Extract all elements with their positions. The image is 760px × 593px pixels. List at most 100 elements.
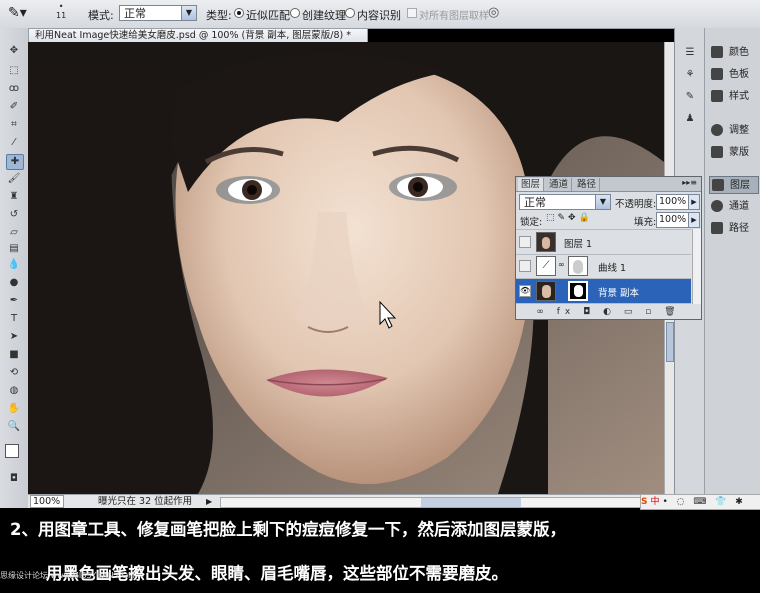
tool-presets-icon[interactable]: ✎ — [683, 90, 697, 104]
tools-panel: ✥ ⬚ ꝏ ✐ ⌗ ⁄ ✚ 🖌 ♜ ↺ ▱ ▤ 💧 ● ✒ T ➤ ■ ⟲ ◍ … — [0, 28, 29, 508]
dock-color-label: 颜色 — [729, 47, 749, 58]
pen-tool-icon[interactable]: ✒ — [6, 294, 22, 308]
layer-row-1[interactable]: 图层 1 — [516, 229, 691, 255]
fill-field[interactable]: 100% — [656, 212, 690, 228]
lock-icons[interactable]: ⬚✎✥🔒 — [546, 213, 593, 223]
lock-label: 锁定: — [520, 217, 543, 228]
scroll-thumb[interactable] — [666, 322, 674, 362]
eyedropper-tool-icon[interactable]: ⁄ — [6, 136, 22, 150]
eraser-tool-icon[interactable]: ▱ — [6, 226, 22, 240]
status-menu-arrow[interactable]: ▶ — [206, 495, 212, 509]
quick-selection-tool-icon[interactable]: ✐ — [6, 100, 22, 114]
document-tab[interactable]: 利用Neat Image快速给美女磨皮.psd @ 100% (背景 副本, 图… — [28, 28, 368, 42]
brush-size-value: 11 — [56, 11, 67, 20]
eye-icon[interactable]: 👁 — [519, 285, 531, 297]
dock-layers[interactable]: 图层 — [709, 176, 759, 194]
healing-brush-tool-icon[interactable]: ✎▾ — [8, 5, 27, 21]
sample-all-layers-checkbox[interactable] — [407, 8, 417, 18]
blend-mode-select[interactable]: 正常 ▼ — [519, 194, 611, 210]
3d-orbit-tool-icon[interactable]: ◍ — [6, 384, 22, 398]
styles-panel-icon — [711, 90, 723, 102]
crop-tool-icon[interactable]: ⌗ — [6, 118, 22, 132]
watermark: 思缘设计论坛 www.MISSYUAN.COM — [0, 571, 135, 580]
layers-footer-icons[interactable]: ∞ fx ◘ ◐ ▭ ▫ 🗑 — [516, 305, 701, 319]
layer-row-3[interactable]: 👁 背景 副本 — [516, 279, 691, 304]
quick-mask-icon[interactable]: ◘ — [6, 472, 22, 486]
tab-channels[interactable]: 通道 — [546, 178, 573, 191]
brush-tool-icon[interactable]: 🖌 — [6, 172, 22, 186]
status-bar: 100% 曝光只在 32 位起作用 ▶ — [28, 494, 674, 509]
move-tool-icon[interactable]: ✥ — [6, 44, 22, 58]
type-tool-icon[interactable]: T — [6, 312, 22, 326]
history-brush-tool-icon[interactable]: ↺ — [6, 208, 22, 222]
chevron-down-icon: ▼ — [595, 195, 610, 209]
dock-masks[interactable]: 蒙版 — [709, 144, 759, 162]
chevron-down-icon: ▼ — [181, 6, 196, 20]
type-radio-content-aware[interactable] — [345, 8, 355, 18]
blur-tool-icon[interactable]: 💧 — [6, 258, 22, 272]
clone-source-icon[interactable]: ⚘ — [683, 68, 697, 82]
tab-paths[interactable]: 路径 — [574, 178, 601, 191]
curves-adjustment-icon: ⟋ — [536, 256, 556, 276]
stamp-icon[interactable]: ♟ — [683, 112, 697, 126]
h-scroll-thumb[interactable] — [421, 498, 521, 507]
layer-name: 背景 副本 — [598, 288, 640, 299]
foreground-color-swatch[interactable] — [5, 444, 19, 458]
swatches-panel-icon — [711, 68, 723, 80]
type-radio-texture[interactable] — [290, 8, 300, 18]
type-option-content-aware: 内容识别 — [357, 9, 401, 22]
3d-rotate-tool-icon[interactable]: ⟲ — [6, 366, 22, 380]
dock-adjustments[interactable]: 调整 — [709, 122, 759, 140]
layers-panel-icon — [712, 179, 724, 191]
type-radio-proximity[interactable] — [234, 8, 244, 18]
marquee-tool-icon[interactable]: ⬚ — [6, 64, 22, 78]
dock-adjustments-label: 调整 — [729, 125, 749, 136]
mode-select[interactable]: 正常 ▼ — [119, 5, 197, 21]
type-option-proximity: 近似匹配 — [246, 9, 290, 22]
layer-name: 曲线 1 — [598, 263, 627, 274]
brush-panel-icon[interactable]: ☰ — [683, 46, 697, 60]
opacity-arrow-icon[interactable]: ▶ — [688, 194, 700, 210]
visibility-toggle[interactable] — [519, 260, 531, 272]
layer-row-2[interactable]: ⟋ ∞ 曲线 1 — [516, 254, 691, 279]
ime-lang: 中 — [650, 497, 663, 507]
path-selection-tool-icon[interactable]: ➤ — [6, 330, 22, 344]
opacity-field[interactable]: 100% — [656, 194, 690, 210]
dock-masks-label: 蒙版 — [729, 147, 749, 158]
layers-panel-tabs: 图层 通道 路径 ▸▸≡ — [516, 177, 701, 192]
mask-thumbnail[interactable] — [568, 256, 588, 276]
ime-toolbar[interactable]: S中• ◌ ⌨ 👕 ✱ — [640, 494, 760, 510]
fill-label: 填充: — [634, 217, 657, 228]
clone-stamp-tool-icon[interactable]: ♜ — [6, 190, 22, 204]
dodge-tool-icon[interactable]: ● — [6, 276, 22, 290]
panel-menu-icon[interactable]: ▸▸≡ — [682, 178, 697, 187]
chain-link-icon[interactable]: ∞ — [558, 260, 565, 269]
hand-tool-icon[interactable]: ✋ — [6, 402, 22, 416]
zoom-tool-icon[interactable]: 🔍 — [6, 420, 22, 434]
fill-arrow-icon[interactable]: ▶ — [688, 212, 700, 228]
dock-styles[interactable]: 样式 — [709, 88, 759, 106]
panel-dock: 颜色 色板 样式 调整 蒙版 图层 通道 路径 — [704, 28, 760, 508]
zoom-field[interactable]: 100% — [30, 495, 64, 508]
layers-panel: 图层 通道 路径 ▸▸≡ 正常 ▼ 不透明度: 100% ▶ 锁定: ⬚✎✥🔒 填… — [515, 176, 702, 320]
brush-size-picker[interactable]: • 11 — [56, 2, 66, 20]
blend-mode-value: 正常 — [524, 196, 546, 209]
masks-panel-icon — [711, 146, 723, 158]
visibility-toggle[interactable] — [519, 236, 531, 248]
healing-brush-tool-icon[interactable]: ✚ — [6, 154, 24, 170]
lasso-tool-icon[interactable]: ꝏ — [6, 82, 22, 96]
tab-layers[interactable]: 图层 — [518, 178, 545, 191]
mask-thumbnail[interactable] — [568, 281, 588, 301]
options-bar: ✎▾ • 11 模式: 正常 ▼ 类型: 近似匹配 创建纹理 内容识别 对所有图层取… — [0, 0, 760, 29]
dock-paths[interactable]: 路径 — [709, 220, 759, 238]
dock-swatches[interactable]: 色板 — [709, 66, 759, 84]
pressure-icon[interactable]: ◎ — [488, 5, 499, 20]
dock-channels[interactable]: 通道 — [709, 198, 759, 216]
shape-tool-icon[interactable]: ■ — [6, 348, 22, 362]
opacity-label: 不透明度: — [615, 199, 657, 210]
horizontal-scrollbar[interactable] — [220, 497, 642, 508]
dock-color[interactable]: 颜色 — [709, 44, 759, 62]
gradient-tool-icon[interactable]: ▤ — [6, 242, 22, 256]
dock-layers-label: 图层 — [730, 180, 750, 191]
layers-scrollbar[interactable] — [692, 229, 701, 304]
